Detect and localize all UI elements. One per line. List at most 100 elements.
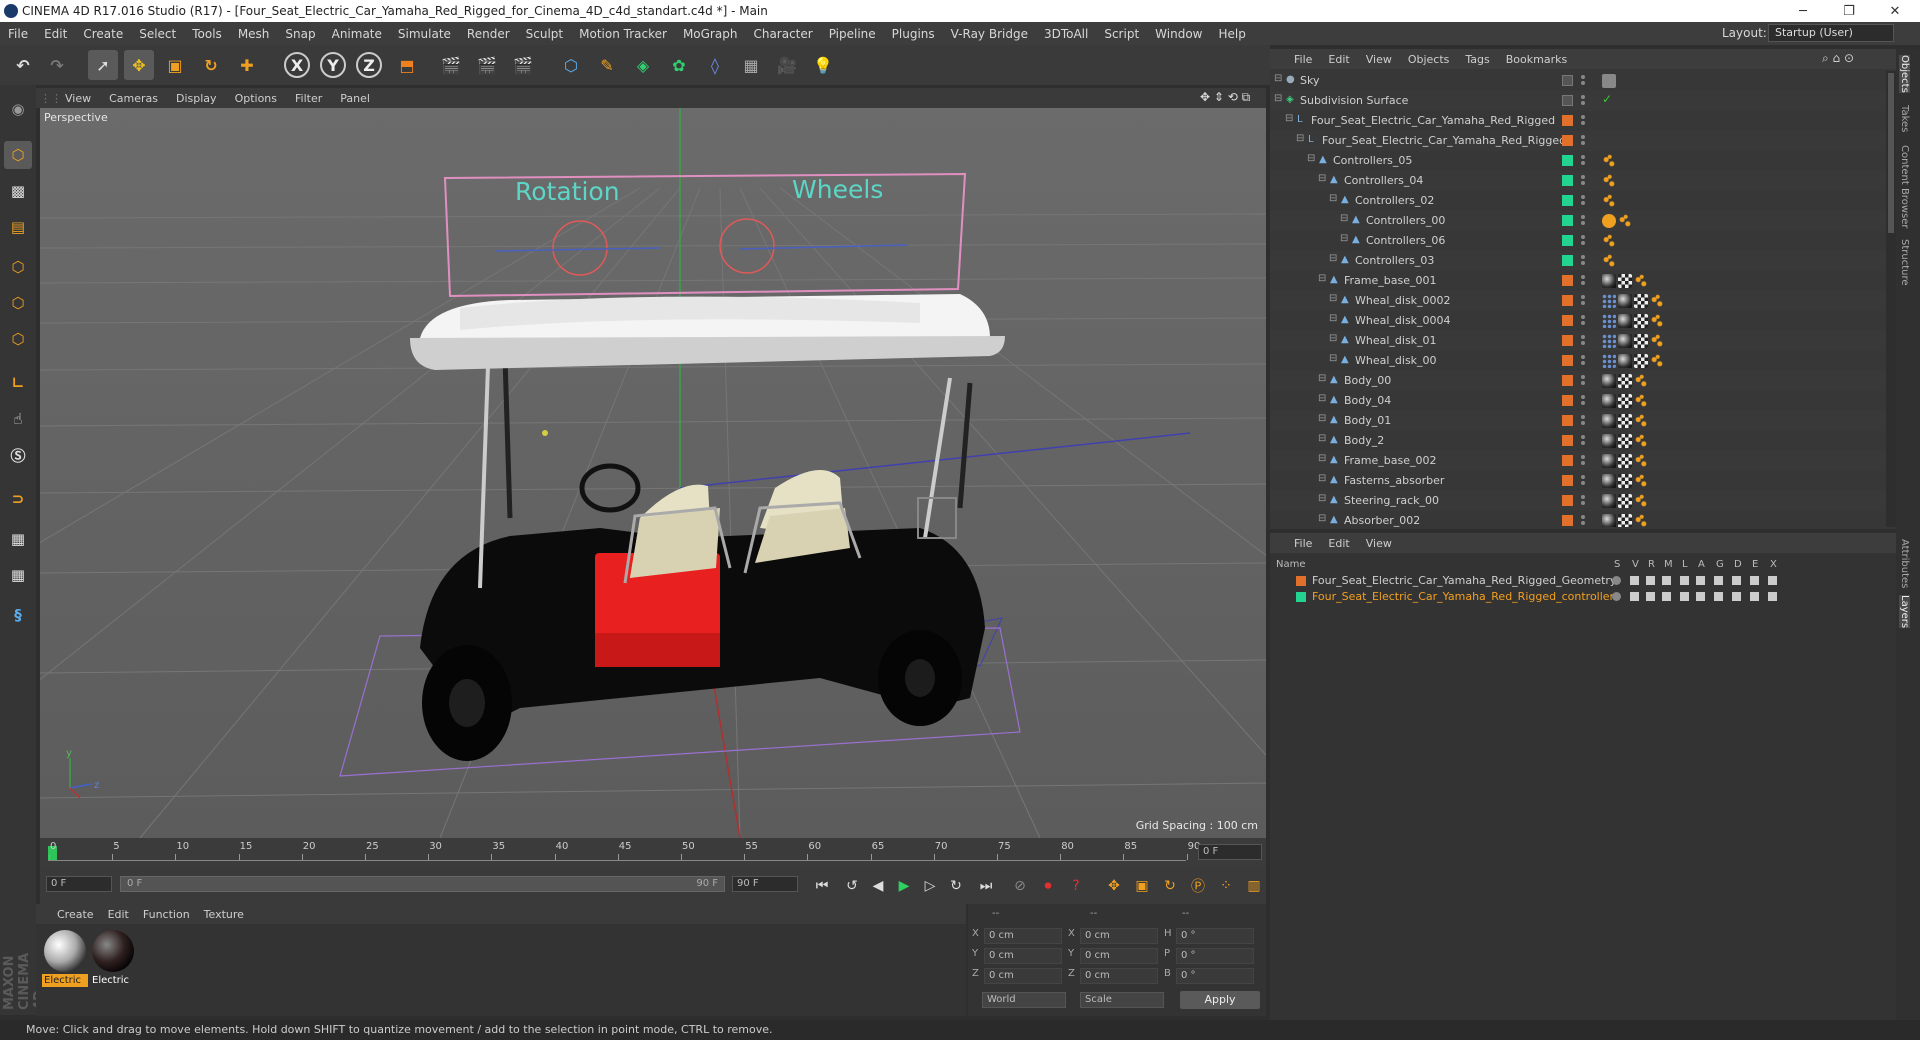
layer-color-swatch[interactable] bbox=[1562, 415, 1573, 426]
object-row[interactable]: ⊟ ▲ Wheal_disk_0004 bbox=[1270, 311, 1886, 331]
layer-color-swatch[interactable] bbox=[1562, 115, 1573, 126]
texture-tag-icon[interactable] bbox=[1634, 354, 1648, 368]
layer-menu-edit[interactable]: Edit bbox=[1320, 537, 1357, 550]
menu-create[interactable]: Create bbox=[75, 27, 131, 41]
menu-snap[interactable]: Snap bbox=[277, 27, 323, 41]
x-axis-lock-icon[interactable]: X bbox=[284, 52, 310, 78]
layer-row[interactable]: Four_Seat_Electric_Car_Yamaha_Red_Rigged… bbox=[1270, 573, 1896, 589]
layer-color-swatch[interactable] bbox=[1562, 255, 1573, 266]
expand-toggle-icon[interactable]: ⊟ bbox=[1318, 173, 1326, 184]
menu-file[interactable]: File bbox=[0, 27, 36, 41]
layer-color-swatch[interactable] bbox=[1562, 435, 1573, 446]
key-rotation-icon[interactable]: ↻ bbox=[1158, 874, 1182, 898]
make-editable-icon[interactable]: ◉ bbox=[4, 95, 32, 123]
texture-tag-icon[interactable] bbox=[1618, 434, 1632, 448]
rotate-tool-icon[interactable]: ↻ bbox=[196, 50, 226, 80]
start-frame-field[interactable]: 0 F bbox=[46, 876, 112, 892]
texture-tag-icon[interactable] bbox=[1618, 374, 1632, 388]
visibility-dots[interactable] bbox=[1580, 513, 1586, 527]
layer-header-e[interactable]: E bbox=[1752, 559, 1758, 570]
visibility-dots[interactable] bbox=[1580, 313, 1586, 329]
layer-color-swatch[interactable] bbox=[1562, 335, 1573, 346]
layer-toggle-icon[interactable] bbox=[1714, 592, 1723, 601]
menu-help[interactable]: Help bbox=[1210, 27, 1253, 41]
texture-tag-icon[interactable] bbox=[1618, 454, 1632, 468]
coord-rotation-field[interactable]: 0 ° bbox=[1176, 928, 1254, 944]
xpresso-tag-icon[interactable] bbox=[1634, 414, 1648, 428]
object-row[interactable]: ⊟ ▲ Wheal_disk_0002 bbox=[1270, 291, 1886, 311]
coord-position-field[interactable]: 0 cm bbox=[984, 948, 1062, 964]
texture-tag-icon[interactable] bbox=[1618, 414, 1632, 428]
expand-toggle-icon[interactable]: ⊟ bbox=[1307, 153, 1315, 164]
object-row[interactable]: ⊟ ▲ Wheal_disk_00 bbox=[1270, 351, 1886, 371]
menu-plugins[interactable]: Plugins bbox=[884, 27, 943, 41]
texture-tag-icon[interactable] bbox=[1634, 334, 1648, 348]
snap-icon[interactable]: Ⓢ bbox=[4, 441, 32, 469]
visibility-dots[interactable] bbox=[1580, 253, 1586, 269]
viewport-menu-display[interactable]: Display bbox=[167, 92, 226, 105]
layer-row[interactable]: Four_Seat_Electric_Car_Yamaha_Red_Rigged… bbox=[1270, 589, 1896, 605]
layer-toggle-icon[interactable] bbox=[1714, 576, 1723, 585]
tweak-mode-icon[interactable]: ☝ bbox=[4, 405, 32, 433]
expand-toggle-icon[interactable]: ⊟ bbox=[1318, 373, 1326, 384]
layer-toggle-icon[interactable] bbox=[1662, 592, 1671, 601]
expand-toggle-icon[interactable]: ⊟ bbox=[1340, 213, 1348, 224]
material-electric-2[interactable]: Electric bbox=[90, 928, 136, 990]
select-tool-icon[interactable]: ➚ bbox=[88, 50, 118, 80]
visibility-dots[interactable] bbox=[1580, 393, 1586, 409]
layer-header-name[interactable]: Name bbox=[1276, 559, 1306, 570]
previous-frame-icon[interactable]: ◀ bbox=[866, 874, 890, 898]
material-menu-function[interactable]: Function bbox=[136, 908, 197, 921]
menu-mesh[interactable]: Mesh bbox=[230, 27, 278, 41]
visibility-dots[interactable] bbox=[1580, 273, 1586, 289]
coord-space-select[interactable]: World bbox=[982, 992, 1066, 1008]
move-tool-icon[interactable]: ✥ bbox=[124, 50, 154, 80]
menu-character[interactable]: Character bbox=[745, 27, 820, 41]
key-parameter-icon[interactable]: Ⓟ bbox=[1186, 874, 1210, 898]
layer-toggle-icon[interactable] bbox=[1750, 592, 1759, 601]
object-menu-bookmarks[interactable]: Bookmarks bbox=[1498, 53, 1575, 66]
timeline-ruler[interactable]: 0 5 10 15 20 25 30 35 40 45 50 55 60 65 70 75 80 85 90 0 F bbox=[40, 838, 1266, 866]
coordinate-system-icon[interactable]: ⬒ bbox=[392, 50, 422, 80]
menu-sculpt[interactable]: Sculpt bbox=[518, 27, 571, 41]
object-scrollbar[interactable] bbox=[1886, 71, 1896, 527]
layer-toggle-icon[interactable] bbox=[1750, 576, 1759, 585]
visibility-dots[interactable] bbox=[1580, 193, 1586, 209]
expand-toggle-icon[interactable]: ⊟ bbox=[1318, 433, 1326, 444]
enabled-check-icon[interactable]: ✓ bbox=[1602, 92, 1616, 106]
key-scale-icon[interactable]: ▣ bbox=[1130, 874, 1154, 898]
menu-script[interactable]: Script bbox=[1096, 27, 1147, 41]
layer-toggle-icon[interactable] bbox=[1662, 576, 1671, 585]
xpresso-tag-icon[interactable] bbox=[1634, 474, 1648, 488]
coord-size-field[interactable]: 0 cm bbox=[1080, 948, 1158, 964]
layer-toggle-icon[interactable] bbox=[1630, 576, 1639, 585]
material-menu-texture[interactable]: Texture bbox=[197, 908, 251, 921]
layer-toggle-icon[interactable] bbox=[1680, 592, 1689, 601]
layer-header-l[interactable]: L bbox=[1682, 559, 1688, 570]
workplane-icon[interactable]: ▤ bbox=[4, 213, 32, 241]
python-icon[interactable]: § bbox=[4, 601, 32, 629]
object-row[interactable]: ⊟ Ⅼ Four_Seat_Electric_Car_Yamaha_Red_Rigg… bbox=[1270, 131, 1886, 151]
expand-toggle-icon[interactable]: ⊟ bbox=[1274, 93, 1282, 104]
layer-toggle-icon[interactable] bbox=[1768, 592, 1777, 601]
viewport-nav-icons[interactable]: ✥ ⇕ ⟲ ⧉ bbox=[1200, 90, 1250, 105]
viewport-menu-view[interactable]: View bbox=[56, 92, 100, 105]
object-row[interactable]: ⊟ ▲ Steering_rack_00 bbox=[1270, 491, 1886, 511]
expression-tag-icon[interactable] bbox=[1602, 294, 1616, 308]
magnet-icon[interactable]: ⊃ bbox=[4, 485, 32, 513]
render-picture-viewer-icon[interactable]: 🎬 bbox=[472, 50, 502, 80]
keyframe-selection-icon[interactable]: ? bbox=[1064, 874, 1088, 898]
visibility-dots[interactable] bbox=[1580, 493, 1586, 509]
xpresso-tag-icon[interactable] bbox=[1602, 194, 1616, 208]
go-to-start-icon[interactable]: ⏮ bbox=[810, 874, 834, 898]
expand-toggle-icon[interactable]: ⊟ bbox=[1274, 73, 1282, 84]
expand-toggle-icon[interactable]: ⊟ bbox=[1329, 353, 1337, 364]
xpresso-tag-icon[interactable] bbox=[1602, 254, 1616, 268]
y-axis-lock-icon[interactable]: Y bbox=[320, 52, 346, 78]
apply-button[interactable]: Apply bbox=[1180, 991, 1260, 1009]
menu-edit[interactable]: Edit bbox=[36, 27, 75, 41]
layer-header-g[interactable]: G bbox=[1716, 559, 1724, 570]
xpresso-tag-icon[interactable] bbox=[1602, 234, 1616, 248]
subdivision-surface-icon[interactable]: ◈ bbox=[628, 50, 658, 80]
menu-tools[interactable]: Tools bbox=[184, 27, 230, 41]
